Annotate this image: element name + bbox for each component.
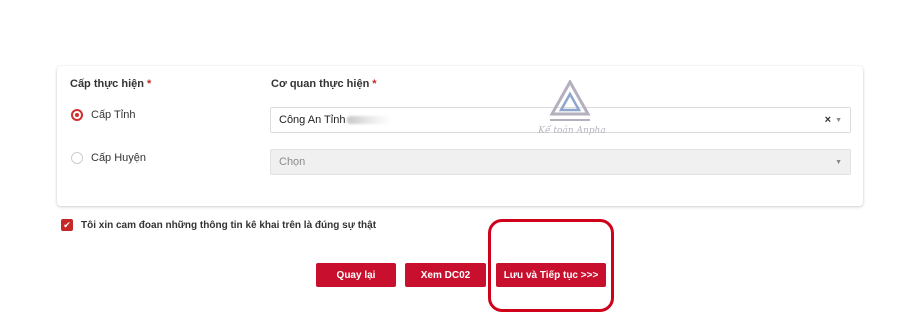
agency-select[interactable]: Công An Tỉnh × ▼	[270, 107, 851, 133]
form-card: Cấp thực hiện * Cơ quan thực hiện * Cấp Tỉ…	[57, 66, 863, 206]
commitment-checkbox[interactable]: ✔ Tôi xin cam đoan những thông tin kê kh…	[61, 219, 376, 231]
back-button[interactable]: Quay lại	[316, 263, 396, 287]
radio-label: Cấp Tỉnh	[91, 109, 136, 121]
chevron-down-icon[interactable]: ▼	[835, 117, 842, 124]
redacted-text	[347, 116, 392, 125]
radio-unchecked-icon[interactable]	[71, 152, 83, 164]
view-dc02-button[interactable]: Xem DC02	[405, 263, 486, 287]
agency-label: Cơ quan thực hiện *	[271, 78, 377, 90]
checkbox-checked-icon[interactable]: ✔	[61, 219, 73, 231]
highlight-annotation	[488, 219, 614, 312]
radio-cap-tinh[interactable]: Cấp Tỉnh	[71, 109, 135, 121]
district-select[interactable]: Chọn ▼	[270, 149, 851, 175]
clear-icon[interactable]: ×	[825, 114, 831, 126]
radio-cap-huyen[interactable]: Cấp Huyện	[71, 152, 146, 164]
radio-checked-icon[interactable]	[71, 109, 83, 121]
chevron-down-icon[interactable]: ▼	[835, 159, 842, 166]
agency-value: Công An Tỉnh	[279, 114, 825, 126]
radio-label: Cấp Huyện	[91, 152, 147, 164]
level-label: Cấp thực hiện *	[70, 78, 152, 90]
commitment-label: Tôi xin cam đoan những thông tin kê khai…	[81, 219, 377, 231]
district-placeholder: Chọn	[279, 156, 306, 168]
